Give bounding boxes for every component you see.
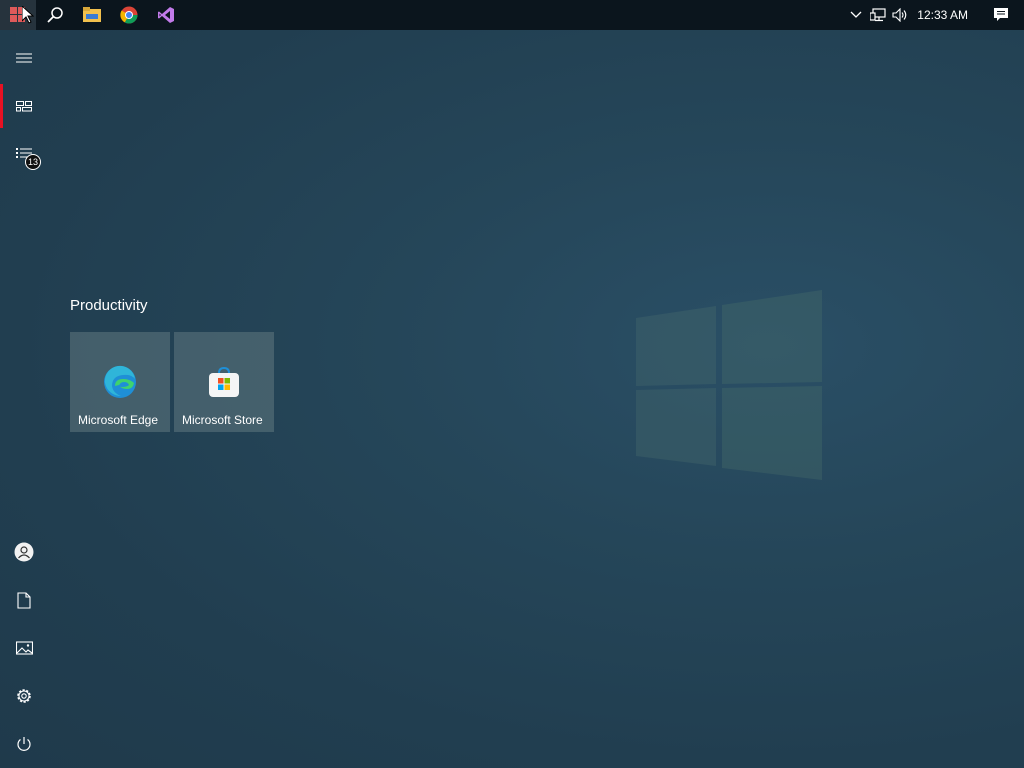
show-hidden-icons-button[interactable] — [845, 0, 867, 30]
clock[interactable]: 12:33 AM — [911, 8, 978, 22]
power-icon — [17, 737, 31, 751]
edge-icon — [104, 365, 136, 398]
pictures-button[interactable] — [0, 624, 48, 672]
system-tray: 12:33 AM — [845, 0, 1024, 30]
tiles-icon — [16, 101, 32, 112]
microsoft-edge-tile[interactable]: Microsoft Edge — [70, 332, 170, 432]
hamburger-icon — [16, 53, 32, 63]
network-icon — [870, 8, 886, 22]
chrome-button[interactable] — [110, 0, 147, 30]
notification-icon — [994, 8, 1008, 21]
tile-group-title[interactable]: Productivity — [70, 297, 148, 314]
notification-badge: 13 — [25, 154, 41, 170]
gear-icon — [17, 689, 31, 703]
user-icon — [14, 542, 34, 562]
tile-label: Microsoft Edge — [78, 413, 159, 427]
mouse-cursor-icon — [22, 6, 34, 24]
tile-label: Microsoft Store — [182, 413, 263, 427]
network-button[interactable] — [867, 0, 889, 30]
expand-menu-button[interactable] — [0, 34, 48, 82]
taskbar: 12:33 AM — [0, 0, 1024, 30]
microsoft-store-tile[interactable]: Microsoft Store — [174, 332, 274, 432]
all-apps-button[interactable]: 13 — [0, 130, 48, 178]
picture-icon — [15, 641, 33, 655]
documents-button[interactable] — [0, 576, 48, 624]
windows-logo-watermark-icon — [636, 290, 822, 480]
search-icon — [46, 7, 63, 23]
chrome-icon — [119, 6, 137, 24]
speaker-icon — [892, 8, 907, 22]
action-center-button[interactable] — [978, 0, 1024, 30]
file-explorer-button[interactable] — [73, 0, 110, 30]
start-menu-rail: 13 — [0, 30, 48, 768]
settings-button[interactable] — [0, 672, 48, 720]
volume-button[interactable] — [889, 0, 911, 30]
power-button[interactable] — [0, 720, 48, 768]
pinned-tiles-button[interactable] — [0, 82, 48, 130]
chevron-up-icon — [850, 11, 862, 18]
account-button[interactable] — [0, 528, 48, 576]
search-button[interactable] — [36, 0, 73, 30]
document-icon — [17, 591, 31, 609]
start-button[interactable] — [0, 0, 36, 30]
store-icon — [209, 366, 239, 397]
folder-icon — [82, 7, 101, 22]
visual-studio-button[interactable] — [147, 0, 184, 30]
visual-studio-icon — [157, 7, 174, 23]
